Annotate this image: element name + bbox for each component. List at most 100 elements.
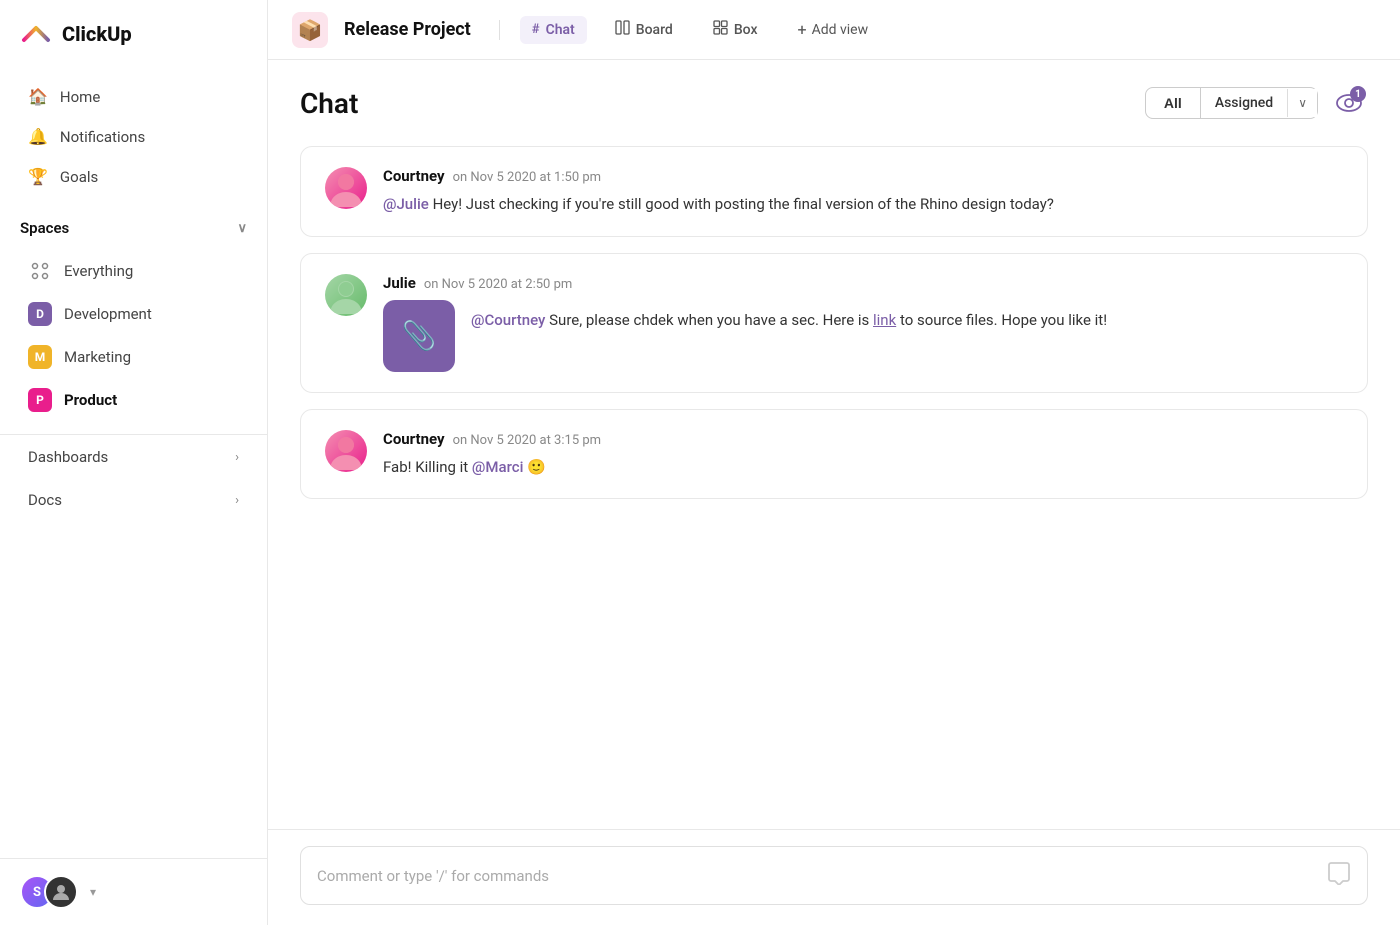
tab-box[interactable]: Box [701, 14, 770, 45]
mention-julie[interactable]: @Julie [383, 195, 429, 213]
message-author-2: Julie [383, 274, 416, 292]
add-view-button[interactable]: + Add view [786, 14, 881, 45]
sidebar-item-marketing[interactable]: M Marketing [8, 336, 259, 378]
message-time-3: on Nov 5 2020 at 3:15 pm [453, 433, 601, 448]
space-label-everything: Everything [64, 262, 133, 280]
logo: ClickUp [0, 0, 267, 68]
clickup-logo-icon [20, 18, 52, 50]
comment-area: Comment or type '/' for commands [268, 829, 1400, 925]
docs-chevron-icon: › [235, 493, 239, 508]
filter-assigned-group: Assigned ∨ [1201, 87, 1318, 119]
sidebar: ClickUp 🏠 Home 🔔 Notifications 🏆 Goals S… [0, 0, 268, 925]
message-time-2: on Nov 5 2020 at 2:50 pm [424, 277, 572, 292]
goals-icon: 🏆 [28, 167, 48, 186]
avatar-courtney-2 [325, 430, 367, 472]
tab-board-label: Board [636, 22, 673, 38]
home-icon: 🏠 [28, 87, 48, 106]
space-badge-product: P [28, 388, 52, 412]
tab-box-label: Box [734, 22, 758, 38]
message-author-1: Courtney [383, 167, 445, 185]
sidebar-item-goals[interactable]: 🏆 Goals [8, 157, 259, 196]
tab-chat[interactable]: # Chat [520, 16, 587, 44]
sidebar-item-development[interactable]: D Development [8, 293, 259, 335]
message-text-3: Fab! Killing it @Marci 🙂 [383, 456, 1343, 479]
sidebar-item-notifications[interactable]: 🔔 Notifications [8, 117, 259, 156]
message-text-2: 📎 @Courtney Sure, please chdek when you … [383, 300, 1343, 372]
sidebar-item-label-home: Home [60, 88, 100, 106]
sidebar-item-dashboards[interactable]: Dashboards › [8, 436, 259, 478]
avatar-julie [325, 274, 367, 316]
add-view-label: Add view [812, 22, 869, 38]
box-tab-icon [713, 20, 728, 39]
dashboards-chevron-icon: › [235, 450, 239, 465]
message-content-3a: Fab! Killing it [383, 458, 472, 476]
space-badge-development: D [28, 302, 52, 326]
space-badge-marketing: M [28, 345, 52, 369]
message-body-3: Courtney on Nov 5 2020 at 3:15 pm Fab! K… [383, 430, 1343, 479]
message-emoji: 🙂 [527, 458, 546, 476]
spaces-chevron-icon: ∨ [237, 221, 247, 236]
space-label-marketing: Marketing [64, 348, 131, 366]
comment-bubble-icon [1327, 861, 1351, 890]
message-card-1: Courtney on Nov 5 2020 at 1:50 pm @Julie… [300, 146, 1368, 237]
tab-divider [499, 20, 500, 40]
project-icon-emoji: 📦 [298, 18, 323, 42]
chat-title: Chat [300, 87, 358, 120]
chat-header: Chat All Assigned ∨ 1 [268, 60, 1400, 138]
mention-marci[interactable]: @Marci [472, 458, 523, 476]
message-content-1: Hey! Just checking if you're still good … [433, 195, 1054, 213]
topbar: 📦 Release Project # Chat Board [268, 0, 1400, 60]
comment-placeholder: Comment or type '/' for commands [317, 867, 549, 885]
main-content: 📦 Release Project # Chat Board [268, 0, 1400, 925]
spaces-list: Everything D Development M Marketing P P… [0, 245, 267, 426]
spaces-section-header[interactable]: Spaces ∨ [0, 205, 267, 245]
messages-area: Courtney on Nov 5 2020 at 1:50 pm @Julie… [268, 138, 1400, 829]
message-text-1: @Julie Hey! Just checking if you're stil… [383, 193, 1343, 216]
filter-all-button[interactable]: All [1145, 87, 1201, 119]
avatar-courtney-1 [325, 167, 367, 209]
attachment-block: 📎 @Courtney Sure, please chdek when you … [383, 300, 1343, 372]
filter-caret-icon[interactable]: ∨ [1287, 89, 1317, 117]
mention-courtney[interactable]: @Courtney [471, 311, 545, 329]
chat-tab-icon: # [532, 22, 540, 37]
sidebar-item-home[interactable]: 🏠 Home [8, 77, 259, 116]
sidebar-item-label-notifications: Notifications [60, 128, 145, 146]
message-card-2: Julie on Nov 5 2020 at 2:50 pm 📎 @Courtn… [300, 253, 1368, 393]
sidebar-item-docs[interactable]: Docs › [8, 479, 259, 521]
sidebar-item-everything[interactable]: Everything [8, 250, 259, 292]
space-label-development: Development [64, 305, 152, 323]
message-card-3: Courtney on Nov 5 2020 at 3:15 pm Fab! K… [300, 409, 1368, 500]
message-content-2a: Sure, please chdek when you have a sec. … [549, 311, 873, 329]
message-body-2: Julie on Nov 5 2020 at 2:50 pm 📎 @Courtn… [383, 274, 1343, 372]
everything-icon [28, 259, 52, 283]
comment-input-wrap[interactable]: Comment or type '/' for commands [300, 846, 1368, 905]
message-header-2: Julie on Nov 5 2020 at 2:50 pm [383, 274, 1343, 292]
message-link[interactable]: link [873, 311, 896, 329]
sidebar-item-label-goals: Goals [60, 168, 98, 186]
spaces-label: Spaces [20, 219, 69, 237]
filter-assigned-button[interactable]: Assigned [1201, 88, 1287, 118]
avatar-stack: S [20, 875, 78, 909]
chat-filters: All Assigned ∨ [1145, 87, 1318, 119]
dashboards-label: Dashboards [28, 448, 108, 466]
docs-label: Docs [28, 491, 62, 509]
project-icon: 📦 [292, 12, 328, 48]
space-label-product: Product [64, 391, 117, 409]
attachment-text: @Courtney Sure, please chdek when you ha… [471, 300, 1107, 332]
user-profile[interactable]: S ▾ [0, 858, 267, 925]
notification-badge: 1 [1350, 86, 1366, 102]
tab-board[interactable]: Board [603, 14, 685, 45]
message-content-2b: to source files. Hope you like it! [900, 311, 1107, 329]
tab-chat-label: Chat [546, 22, 575, 38]
profile-caret-icon[interactable]: ▾ [90, 885, 96, 899]
avatar-user2 [44, 875, 78, 909]
notification-eye-button[interactable]: 1 [1330, 84, 1368, 122]
board-tab-icon [615, 20, 630, 39]
sidebar-item-product[interactable]: P Product [8, 379, 259, 421]
message-author-3: Courtney [383, 430, 445, 448]
sidebar-section-bottom: Dashboards › Docs › [0, 434, 267, 522]
message-header-1: Courtney on Nov 5 2020 at 1:50 pm [383, 167, 1343, 185]
attachment-icon: 📎 [383, 300, 455, 372]
message-time-1: on Nov 5 2020 at 1:50 pm [453, 170, 601, 185]
project-title: Release Project [344, 19, 471, 40]
